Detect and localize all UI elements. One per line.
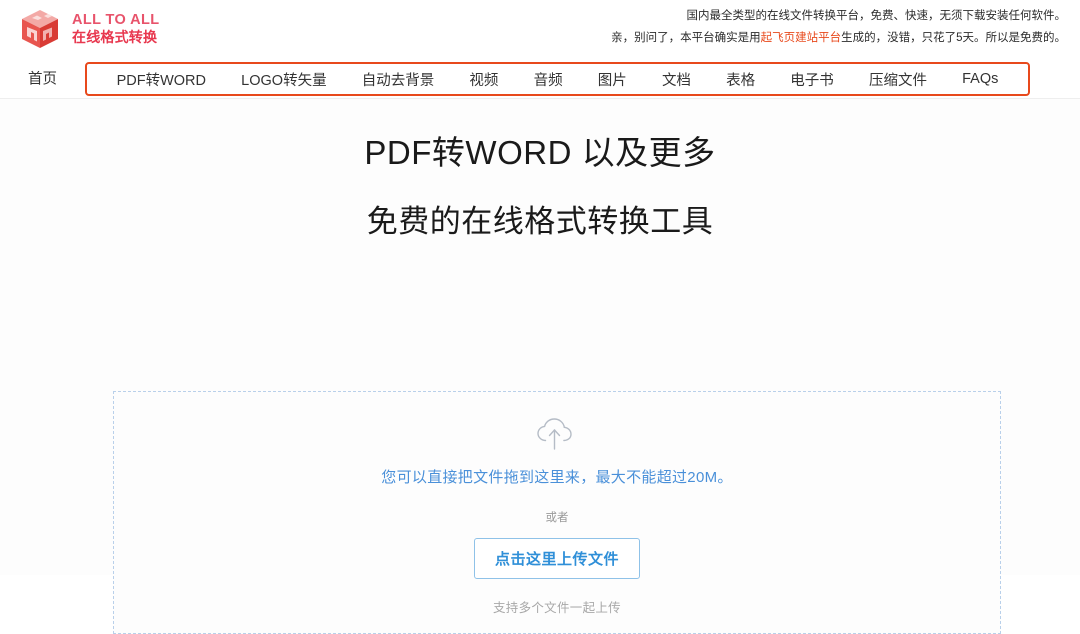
nav-item-spreadsheet[interactable]: 表格	[724, 69, 757, 90]
nav-item-logo-to-vector[interactable]: LOGO转矢量	[239, 69, 328, 90]
header-note-line-1: 国内最全类型的在线文件转换平台，免费、快速，无须下载安装任何软件。	[686, 10, 1067, 22]
file-dropzone[interactable]: 您可以直接把文件拖到这里来，最大不能超过20M。 或者 点击这里上传文件 支持多…	[113, 391, 1001, 634]
nav-item-home[interactable]: 首页	[28, 68, 57, 89]
dropzone-drag-text: 您可以直接把文件拖到这里来，最大不能超过20M。	[381, 469, 733, 486]
header-note-line-2: 亲，别问了，本平台确实是用起飞页建站平台生成的，没错，只花了5天。所以是免费的。	[611, 28, 1066, 50]
brand-text: ALL TO ALL 在线格式转换	[72, 11, 160, 47]
dropzone-or-label: 或者	[545, 512, 569, 524]
brand-title: ALL TO ALL	[72, 12, 160, 29]
nav-item-image[interactable]: 图片	[596, 69, 629, 90]
qifeiye-link[interactable]: 起飞页建站平台	[761, 32, 842, 44]
nav-item-ebook[interactable]: 电子书	[788, 69, 836, 90]
nav-item-document[interactable]: 文档	[660, 69, 693, 90]
header-notes: 国内最全类型的在线文件转换平台，免费、快速，无须下载安装任何软件。 亲，别问了，…	[611, 6, 1066, 50]
nav-item-remove-background[interactable]: 自动去背景	[360, 69, 437, 90]
cloud-upload-icon	[533, 416, 581, 452]
nav-item-archive[interactable]: 压缩文件	[867, 69, 929, 90]
brand-logo[interactable]: ALL TO ALL 在线格式转换	[18, 7, 160, 51]
cube-icon	[18, 7, 62, 51]
dropzone-support-text: 支持多个文件一起上传	[492, 601, 621, 615]
nav-item-video[interactable]: 视频	[467, 69, 500, 90]
nav-item-audio[interactable]: 音频	[532, 69, 565, 90]
main-navigation: 首页 PDF转WORD LOGO转矢量 自动去背景 视频 音频 图片 文档 表格…	[0, 58, 1080, 98]
header-note-prefix: 亲，别问了，本平台确实是用	[611, 31, 761, 44]
nav-item-faqs[interactable]: FAQs	[960, 71, 1000, 87]
main-content: PDF转WORD 以及更多 免费的在线格式转换工具 您可以直接把文件拖到这里来，…	[0, 99, 1080, 634]
upload-file-button[interactable]: 点击这里上传文件	[473, 538, 640, 579]
site-header: ALL TO ALL 在线格式转换 国内最全类型的在线文件转换平台，免费、快速，…	[0, 0, 1080, 58]
nav-item-pdf-to-word[interactable]: PDF转WORD	[115, 69, 208, 90]
nav-items-box: PDF转WORD LOGO转矢量 自动去背景 视频 音频 图片 文档 表格 电子…	[85, 62, 1030, 96]
hero-heading-secondary: 免费的在线格式转换工具	[366, 203, 714, 239]
hero-headings: PDF转WORD 以及更多 免费的在线格式转换工具	[0, 99, 1080, 240]
header-note-suffix: 生成的，没错，只花了5天。所以是免费的。	[841, 31, 1066, 44]
brand-subtitle: 在线格式转换	[72, 29, 158, 46]
hero-heading-primary: PDF转WORD 以及更多	[364, 134, 716, 171]
